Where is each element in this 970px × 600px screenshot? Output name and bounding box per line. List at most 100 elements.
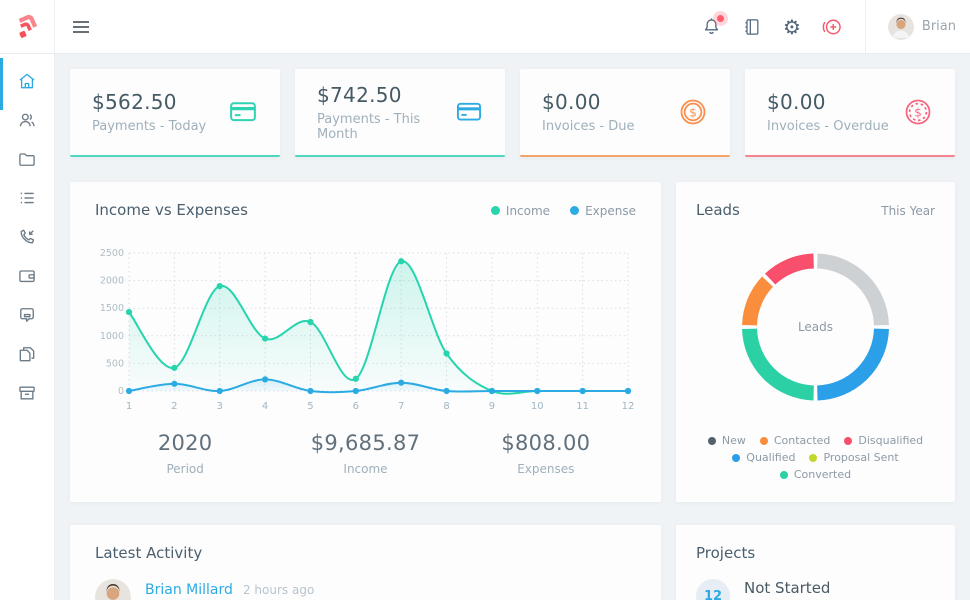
svg-text:500: 500 [106, 358, 124, 369]
journal-button[interactable] [741, 16, 763, 38]
charts-row: Income vs Expenses Income Expense 050010… [70, 182, 955, 502]
svg-text:$: $ [689, 106, 697, 120]
stat-value: $0.00 [542, 90, 634, 114]
legend-dot [708, 437, 716, 445]
svg-text:5: 5 [307, 401, 313, 412]
notifications-button[interactable] [701, 16, 723, 38]
legend-dot-expense [570, 206, 579, 215]
svg-text:11: 11 [576, 401, 589, 412]
svg-text:$: $ [914, 106, 922, 120]
dashboard-app: ⚙ Brian [0, 0, 970, 600]
svg-text:7: 7 [398, 401, 404, 412]
stat-value: $562.50 [92, 90, 206, 114]
sidebar-item-contacts[interactable] [0, 100, 54, 139]
leads-legend-item: Qualified [732, 451, 795, 464]
sidebar-item-chat[interactable] [0, 295, 54, 334]
stat-label: Invoices - Due [542, 119, 634, 134]
app-logo-icon[interactable] [13, 13, 41, 41]
add-circle-icon [821, 16, 843, 38]
income-expenses-card: Income vs Expenses Income Expense 050010… [70, 182, 661, 502]
activity-user-link[interactable]: Brian Millard [145, 582, 233, 598]
svg-text:2000: 2000 [100, 276, 124, 287]
activity-title: Latest Activity [95, 544, 636, 562]
stat-value: $0.00 [767, 90, 889, 114]
gear-icon: ⚙ [783, 17, 801, 37]
quick-add-button[interactable] [821, 16, 843, 38]
user-avatar [888, 14, 914, 40]
project-status: Not Started [744, 579, 853, 597]
legend-dot-income [491, 206, 500, 215]
user-menu[interactable]: Brian [888, 14, 956, 40]
list-icon [17, 188, 37, 208]
archive-icon [17, 383, 37, 403]
project-item: 12 Not Started Assigned to me: 6 [696, 579, 935, 600]
leads-legend-item: Converted [780, 468, 851, 481]
stat-card-invoices-due: $0.00 Invoices - Due $ [520, 69, 730, 157]
activity-avatar [95, 579, 131, 600]
legend-item-income: Income [491, 204, 550, 218]
legend-dot [809, 454, 817, 462]
contacts-icon [17, 110, 37, 130]
period-label: Period [95, 462, 275, 476]
leads-donut-chart: Leads [696, 219, 935, 434]
svg-text:1: 1 [126, 401, 132, 412]
period-value: 2020 [95, 431, 275, 455]
stat-card-invoices-overdue: $0.00 Invoices - Overdue $ [745, 69, 955, 157]
latest-activity-card: Latest Activity Brian Millard 2 [70, 525, 661, 600]
income-expenses-line-chart: 05001000150020002500123456789101112 [95, 229, 636, 415]
sidebar-item-folder[interactable] [0, 139, 54, 178]
coin-icon: $ [678, 97, 708, 127]
leads-title: Leads [696, 201, 740, 219]
topbar: ⚙ Brian [55, 0, 970, 54]
svg-text:6: 6 [353, 401, 359, 412]
phone-incoming-icon [17, 227, 37, 247]
leads-legend-item: Disqualified [844, 434, 923, 447]
leads-legend-item: Proposal Sent [809, 451, 898, 464]
stat-card-payments-today: $562.50 Payments - Today [70, 69, 280, 157]
settings-button[interactable]: ⚙ [781, 16, 803, 38]
menu-toggle-button[interactable] [71, 19, 91, 35]
sidebar-item-wallet[interactable] [0, 256, 54, 295]
activity-item: Brian Millard 2 hours ago Created a new … [95, 579, 636, 600]
svg-text:1000: 1000 [100, 331, 124, 342]
notebook-icon [742, 17, 762, 37]
stat-label: Invoices - Overdue [767, 119, 889, 134]
legend-dot [844, 437, 852, 445]
svg-text:2500: 2500 [100, 248, 124, 259]
coin-dashed-icon: $ [903, 97, 933, 127]
stat-label: Payments - This Month [317, 112, 455, 142]
svg-text:4: 4 [262, 401, 268, 412]
legend-item-expense: Expense [570, 204, 636, 218]
svg-text:0: 0 [118, 386, 124, 397]
credit-card-icon [228, 97, 258, 127]
projects-card: Projects 12 Not Started Assigned to me: … [676, 525, 955, 600]
sidebar-item-documents[interactable] [0, 334, 54, 373]
legend-dot [732, 454, 740, 462]
credit-card-icon [455, 97, 483, 127]
sidebar-item-archive[interactable] [0, 373, 54, 412]
leads-legend-item: Contacted [760, 434, 831, 447]
project-count-badge: 12 [696, 579, 730, 600]
line-chart-legend: Income Expense [491, 204, 636, 218]
leads-legend: New Contacted Disqualified Qualified Proposa… [696, 434, 935, 483]
sidebar-item-list[interactable] [0, 178, 54, 217]
expenses-total: $808.00 [456, 431, 636, 455]
svg-text:Leads: Leads [798, 320, 833, 334]
sidebar-item-home[interactable] [0, 61, 54, 100]
user-name: Brian [922, 19, 956, 34]
svg-text:8: 8 [443, 401, 449, 412]
leads-legend-item: New [708, 434, 746, 447]
chat-icon [17, 305, 37, 325]
wallet-icon [17, 266, 37, 286]
svg-text:12: 12 [622, 401, 635, 412]
main-content: $562.50 Payments - Today $742.50 Payment… [55, 54, 970, 600]
stat-card-payments-month: $742.50 Payments - This Month [295, 69, 505, 157]
stats-row: $562.50 Payments - Today $742.50 Payment… [70, 69, 955, 157]
copy-pages-icon [17, 344, 37, 364]
sidebar-item-calls[interactable] [0, 217, 54, 256]
svg-text:2: 2 [171, 401, 177, 412]
projects-title: Projects [696, 544, 935, 562]
legend-dot [780, 471, 788, 479]
svg-text:9: 9 [489, 401, 495, 412]
logo-cell [0, 0, 55, 54]
